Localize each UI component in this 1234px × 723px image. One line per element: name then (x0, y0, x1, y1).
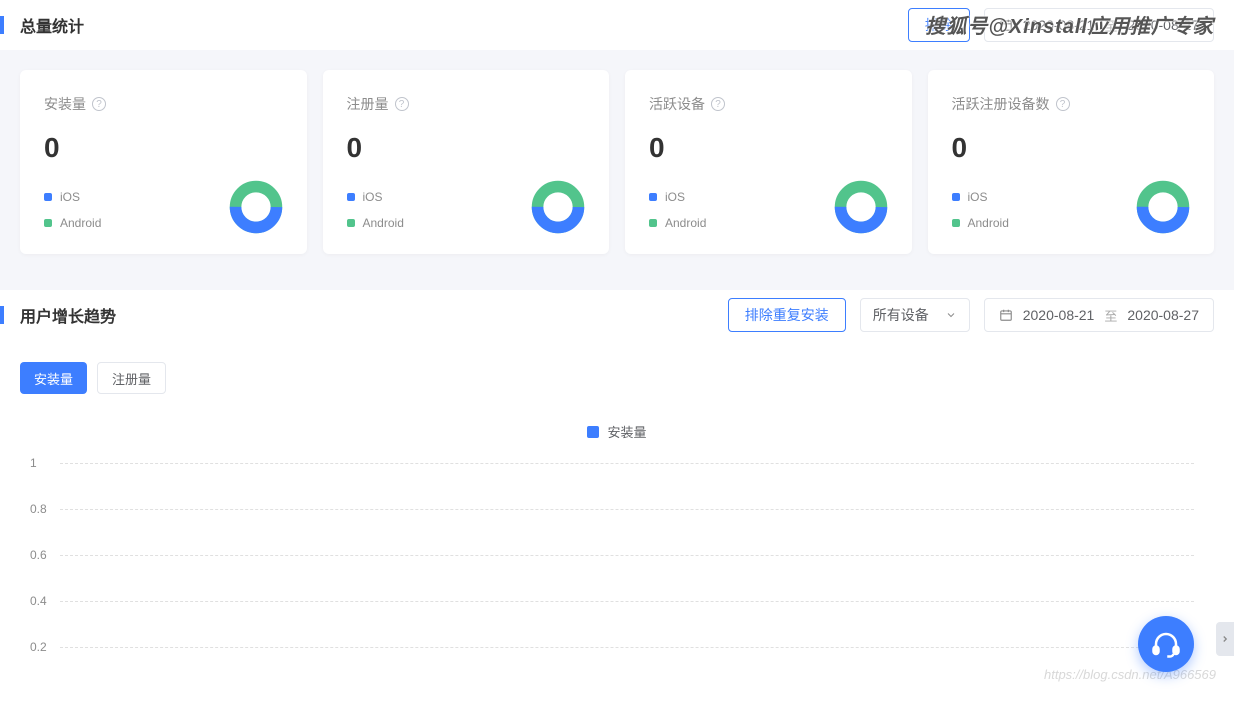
legend-label: Android (665, 216, 706, 230)
donut-chart-icon (834, 180, 888, 234)
overlay-watermark: 搜狐号@Xinstall应用推广专家 (925, 10, 1214, 39)
metric-tabs: 安装量注册量 (0, 340, 1234, 404)
legend-dot-icon (649, 193, 657, 201)
help-icon[interactable]: ? (395, 97, 409, 111)
section-title-wrap: 用户增长趋势 (0, 303, 116, 327)
legend-label: Android (60, 216, 101, 230)
bottom-watermark: https://blog.csdn.net/A966569 (1044, 667, 1216, 682)
growth-trend-header: 用户增长趋势 排除重复安装 所有设备 2020-08-21 至 2020-08-… (0, 290, 1234, 340)
growth-trend-actions: 排除重复安装 所有设备 2020-08-21 至 2020-08-27 (728, 298, 1214, 332)
stat-card: 注册量? 0 iOS Android (323, 70, 610, 254)
grid-line (60, 509, 1194, 510)
card-title: 注册量 (347, 94, 389, 114)
card-title: 安装量 (44, 94, 86, 114)
headset-icon (1151, 629, 1181, 659)
y-tick-label: 0.2 (30, 640, 47, 654)
chevron-right-icon (1220, 632, 1230, 646)
device-select-label: 所有设备 (873, 305, 929, 325)
trend-date-range-picker[interactable]: 2020-08-21 至 2020-08-27 (984, 298, 1214, 332)
y-tick-label: 1 (30, 456, 37, 470)
section-gap (0, 274, 1234, 290)
legend-dot-icon (952, 193, 960, 201)
total-stats-title: 总量统计 (20, 13, 84, 37)
card-value: 0 (347, 132, 586, 164)
card-value: 0 (649, 132, 888, 164)
stat-card: 活跃注册设备数? 0 iOS Android (928, 70, 1215, 254)
help-icon[interactable]: ? (92, 97, 106, 111)
y-tick-label: 0.4 (30, 594, 47, 608)
card-title-row: 活跃注册设备数? (952, 94, 1191, 114)
section-bar-icon (0, 16, 4, 34)
exclude-duplicate-label: 排除重复安装 (745, 305, 829, 325)
card-title: 活跃注册设备数 (952, 94, 1050, 114)
growth-trend-title: 用户增长趋势 (20, 303, 116, 327)
grid-line (60, 601, 1194, 602)
card-value: 0 (44, 132, 283, 164)
tab-active[interactable]: 安装量 (20, 362, 87, 394)
chart-legend: 安装量 (20, 414, 1214, 463)
y-tick-label: 0.8 (30, 502, 47, 516)
card-value: 0 (952, 132, 1191, 164)
legend-label: Android (363, 216, 404, 230)
card-title: 活跃设备 (649, 94, 705, 114)
trend-date-sep: 至 (1104, 306, 1117, 325)
donut-chart-icon (229, 180, 283, 234)
legend-dot-icon (347, 219, 355, 227)
donut-chart-icon (1136, 180, 1190, 234)
chevron-down-icon (945, 309, 957, 321)
card-title-row: 注册量? (347, 94, 586, 114)
legend-label: iOS (665, 190, 685, 204)
legend-dot-icon (44, 193, 52, 201)
growth-trend-section: 用户增长趋势 排除重复安装 所有设备 2020-08-21 至 2020-08-… (0, 290, 1234, 723)
legend-dot-icon (649, 219, 657, 227)
grid-line (60, 647, 1194, 648)
stat-cards-row: 安装量? 0 iOS Android 注册量? 0 iOS Android 活跃设备? 0 iOS A… (0, 50, 1234, 274)
help-icon[interactable]: ? (1056, 97, 1070, 111)
chart-legend-label: 安装量 (607, 422, 646, 441)
grid-line (60, 555, 1194, 556)
legend-dot-icon (952, 219, 960, 227)
card-title-row: 安装量? (44, 94, 283, 114)
legend-dot-icon (347, 193, 355, 201)
section-bar-icon (0, 306, 4, 324)
stat-card: 活跃设备? 0 iOS Android (625, 70, 912, 254)
stat-card: 安装量? 0 iOS Android (20, 70, 307, 254)
grid-line (60, 463, 1194, 464)
card-title-row: 活跃设备? (649, 94, 888, 114)
legend-label: Android (968, 216, 1009, 230)
chart-legend-dot-icon (587, 426, 599, 438)
chart-plot: 10.80.60.40.2 (60, 463, 1194, 693)
donut-chart-icon (531, 180, 585, 234)
trend-date-start: 2020-08-21 (1023, 307, 1095, 323)
legend-label: iOS (363, 190, 383, 204)
support-float-button[interactable] (1138, 616, 1194, 672)
legend-label: iOS (60, 190, 80, 204)
legend-dot-icon (44, 219, 52, 227)
section-title-wrap: 总量统计 (0, 13, 84, 37)
exclude-duplicate-button[interactable]: 排除重复安装 (728, 298, 846, 332)
legend-label: iOS (968, 190, 988, 204)
trend-date-end: 2020-08-27 (1127, 307, 1199, 323)
tab-inactive[interactable]: 注册量 (97, 362, 166, 394)
calendar-icon (999, 308, 1013, 322)
y-tick-label: 0.6 (30, 548, 47, 562)
help-icon[interactable]: ? (711, 97, 725, 111)
side-expand-handle[interactable] (1216, 622, 1234, 656)
device-select[interactable]: 所有设备 (860, 298, 970, 332)
